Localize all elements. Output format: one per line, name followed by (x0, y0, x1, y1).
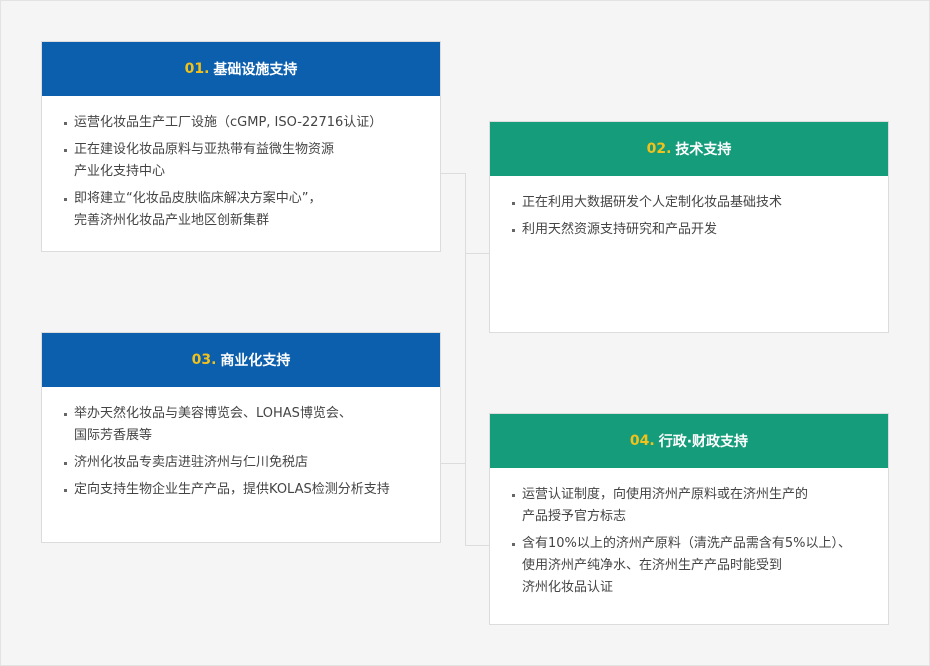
card-list: 举办天然化妆品与美容博览会、LOHAS博览会、 国际芳香展等 济州化妆品专卖店进… (62, 403, 422, 501)
list-item: 济州化妆品专卖店进驻济州与仁川免税店 (62, 452, 422, 474)
connector-h-01 (441, 173, 466, 174)
list-item: 正在建设化妆品原料与亚热带有益微生物资源 产业化支持中心 (62, 139, 422, 183)
card-list: 运营认证制度，向使用济州产原料或在济州生产的 产品授予官方标志 含有10%以上的… (510, 484, 870, 599)
card-number: 02. (646, 141, 672, 157)
list-item: 定向支持生物企业生产产品，提供KOLAS检测分析支持 (62, 479, 422, 501)
connector-h-02 (465, 253, 489, 254)
card-list: 正在利用大数据研发个人定制化妆品基础技术 利用天然资源支持研究和产品开发 (510, 192, 870, 241)
card-title: 技术支持 (675, 142, 732, 158)
card-header: 03. 商业化支持 (42, 333, 440, 387)
card-title: 商业化支持 (220, 353, 291, 369)
connector-v (465, 173, 466, 545)
list-item: 含有10%以上的济州产原料（清洗产品需含有5%以上）、 使用济州产纯净水、在济州… (510, 533, 870, 599)
card-number: 01. (184, 61, 210, 77)
connector-h-03 (441, 463, 466, 464)
card-header: 01. 基础设施支持 (42, 42, 440, 96)
card-infrastructure-support: 01. 基础设施支持 运营化妆品生产工厂设施（cGMP, ISO-22716认证… (41, 41, 441, 252)
card-number: 03. (191, 352, 217, 368)
card-header: 04. 行政·财政支持 (490, 414, 888, 468)
list-item: 举办天然化妆品与美容博览会、LOHAS博览会、 国际芳香展等 (62, 403, 422, 447)
list-item: 运营化妆品生产工厂设施（cGMP, ISO-22716认证） (62, 112, 422, 134)
card-technology-support: 02. 技术支持 正在利用大数据研发个人定制化妆品基础技术 利用天然资源支持研究… (489, 121, 889, 333)
card-header: 02. 技术支持 (490, 122, 888, 176)
card-commercialization-support: 03. 商业化支持 举办天然化妆品与美容博览会、LOHAS博览会、 国际芳香展等… (41, 332, 441, 543)
list-item: 即将建立“化妆品皮肤临床解决方案中心”， 完善济州化妆品产业地区创新集群 (62, 188, 422, 232)
list-item: 正在利用大数据研发个人定制化妆品基础技术 (510, 192, 870, 214)
card-title: 行政·财政支持 (658, 434, 749, 450)
list-item: 利用天然资源支持研究和产品开发 (510, 219, 870, 241)
list-item: 运营认证制度，向使用济州产原料或在济州生产的 产品授予官方标志 (510, 484, 870, 528)
card-title: 基础设施支持 (213, 62, 298, 78)
card-number: 04. (629, 433, 655, 449)
connector-h-04 (465, 545, 489, 546)
card-list: 运营化妆品生产工厂设施（cGMP, ISO-22716认证） 正在建设化妆品原料… (62, 112, 422, 232)
card-administrative-financial-support: 04. 行政·财政支持 运营认证制度，向使用济州产原料或在济州生产的 产品授予官… (489, 413, 889, 625)
